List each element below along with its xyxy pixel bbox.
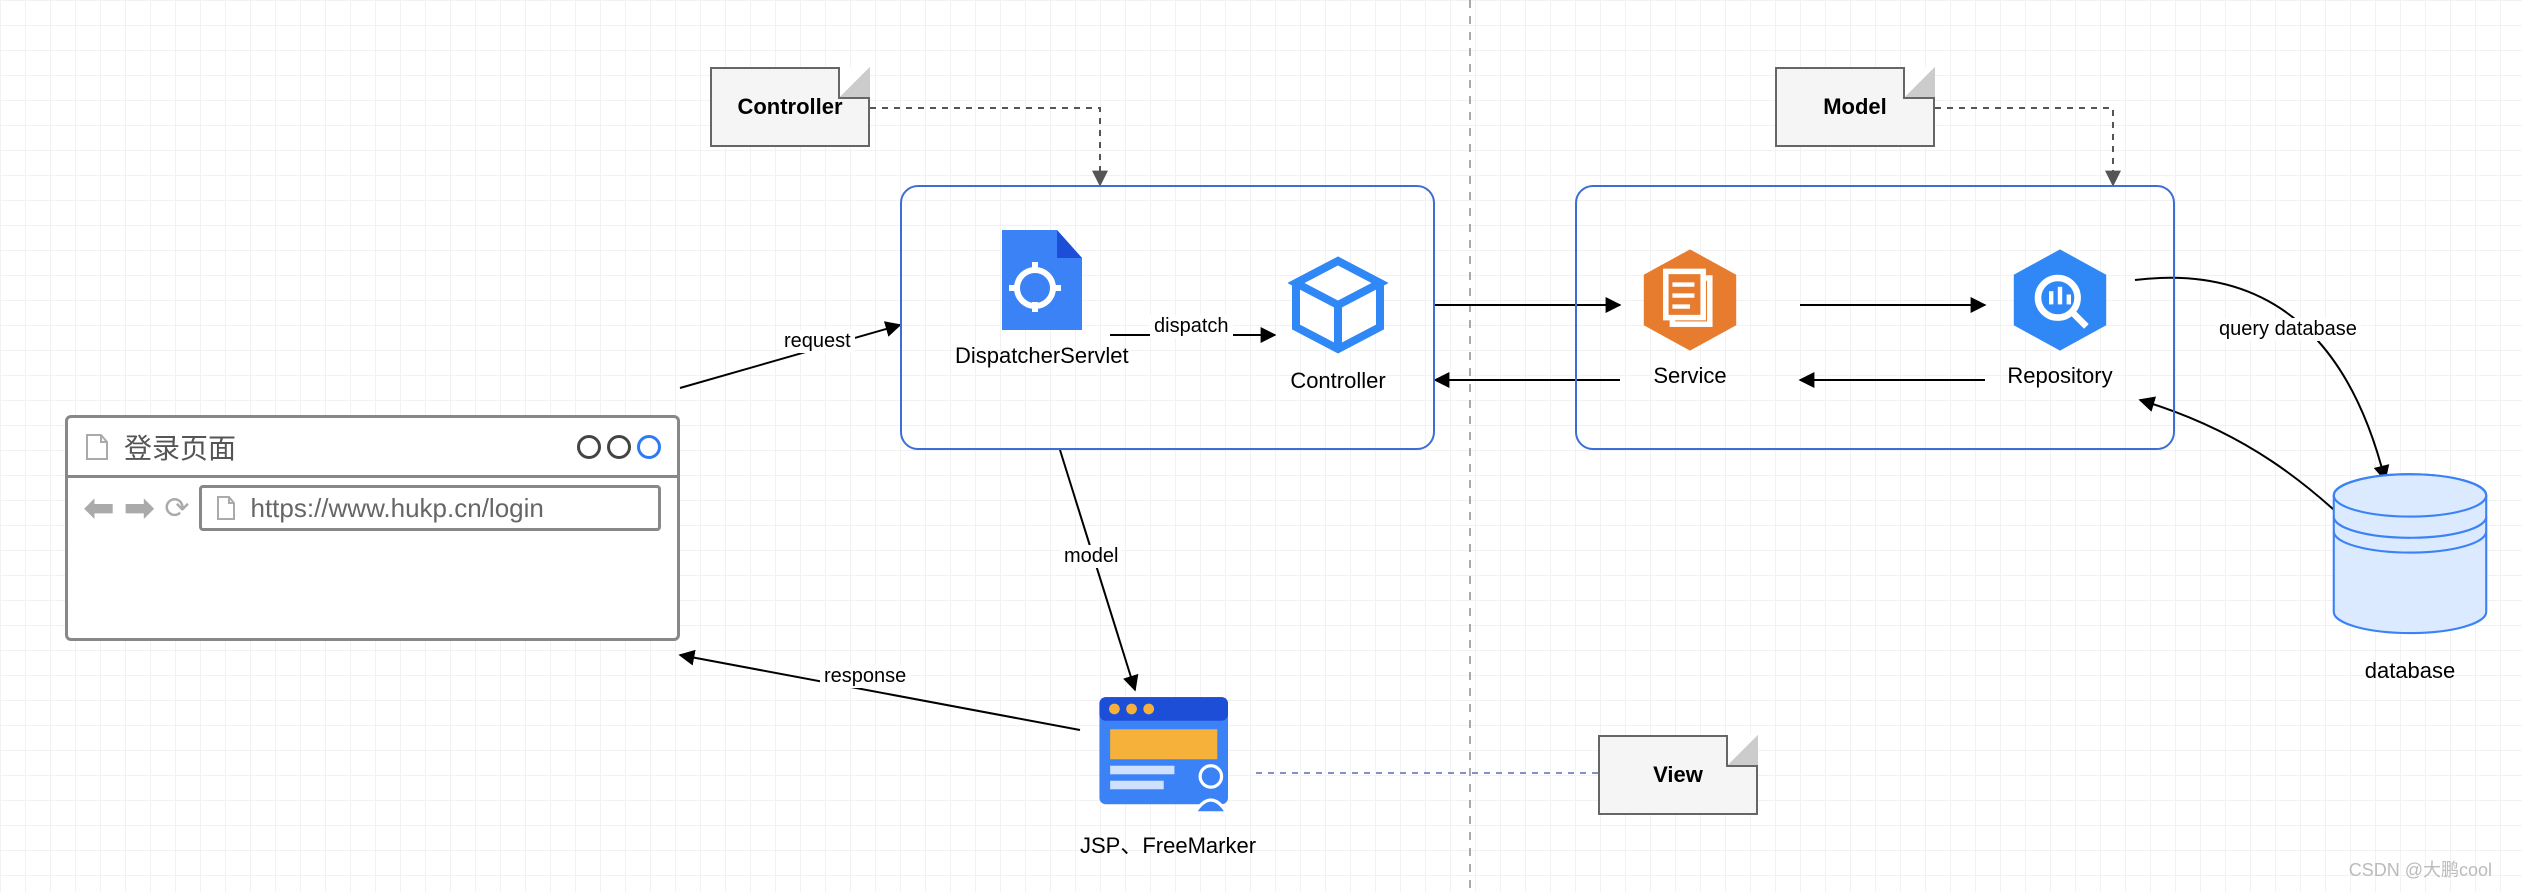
database: database: [2320, 470, 2500, 684]
template-engine: JSP、FreeMarker: [1080, 690, 1256, 860]
note-controller: Controller: [710, 67, 870, 147]
cube-icon: [1283, 250, 1393, 360]
dot-icon: [577, 435, 601, 459]
note-controller-label: Controller: [737, 94, 842, 120]
reload-icon: ⟳: [164, 491, 189, 526]
forward-icon: ➡: [124, 487, 154, 529]
service-label: Service: [1653, 363, 1726, 389]
edge-response-label: response: [820, 665, 910, 688]
note-view: View: [1598, 735, 1758, 815]
repository-icon: [2005, 245, 2115, 355]
dispatcher-servlet: DispatcherServlet: [955, 225, 1129, 369]
browser-body: [68, 538, 677, 638]
browser-toolbar: ⬅ ➡ ⟳ https://www.hukp.cn/login: [68, 478, 677, 538]
database-label: database: [2365, 658, 2456, 684]
gear-file-icon: [987, 225, 1097, 335]
edge-query-db-label: query database: [2215, 318, 2361, 341]
dispatcher-label: DispatcherServlet: [955, 343, 1129, 369]
database-icon: [2320, 470, 2500, 650]
edge-model-label: model: [1060, 545, 1122, 568]
service-icon: [1635, 245, 1745, 355]
url-box: https://www.hukp.cn/login: [199, 485, 661, 531]
edge-dispatch-label: dispatch: [1150, 315, 1233, 338]
watermark: CSDN @大鹏cool: [2349, 856, 2492, 882]
dot-icon: [637, 435, 661, 459]
webpage-icon: [1093, 690, 1243, 820]
browser-url: https://www.hukp.cn/login: [250, 493, 543, 524]
edge-request-label: request: [780, 330, 855, 353]
window-controls: [577, 435, 661, 459]
service-component: Service: [1635, 245, 1745, 389]
template-label: JSP、FreeMarker: [1080, 828, 1256, 860]
page-icon: [216, 495, 236, 521]
dot-icon: [607, 435, 631, 459]
note-view-label: View: [1653, 762, 1703, 788]
back-icon: ⬅: [84, 487, 114, 529]
browser-tabbar: 登录页面: [68, 418, 677, 478]
note-model-label: Model: [1823, 94, 1887, 120]
controller-label: Controller: [1290, 368, 1385, 394]
repository-label: Repository: [2007, 363, 2112, 389]
page-icon: [84, 432, 110, 462]
repository-component: Repository: [2005, 245, 2115, 389]
browser-tab-title: 登录页面: [124, 427, 236, 467]
note-model: Model: [1775, 67, 1935, 147]
controller-component: Controller: [1283, 250, 1393, 394]
browser-window: 登录页面 ⬅ ➡ ⟳ https://www.hukp.cn/login: [65, 415, 680, 641]
